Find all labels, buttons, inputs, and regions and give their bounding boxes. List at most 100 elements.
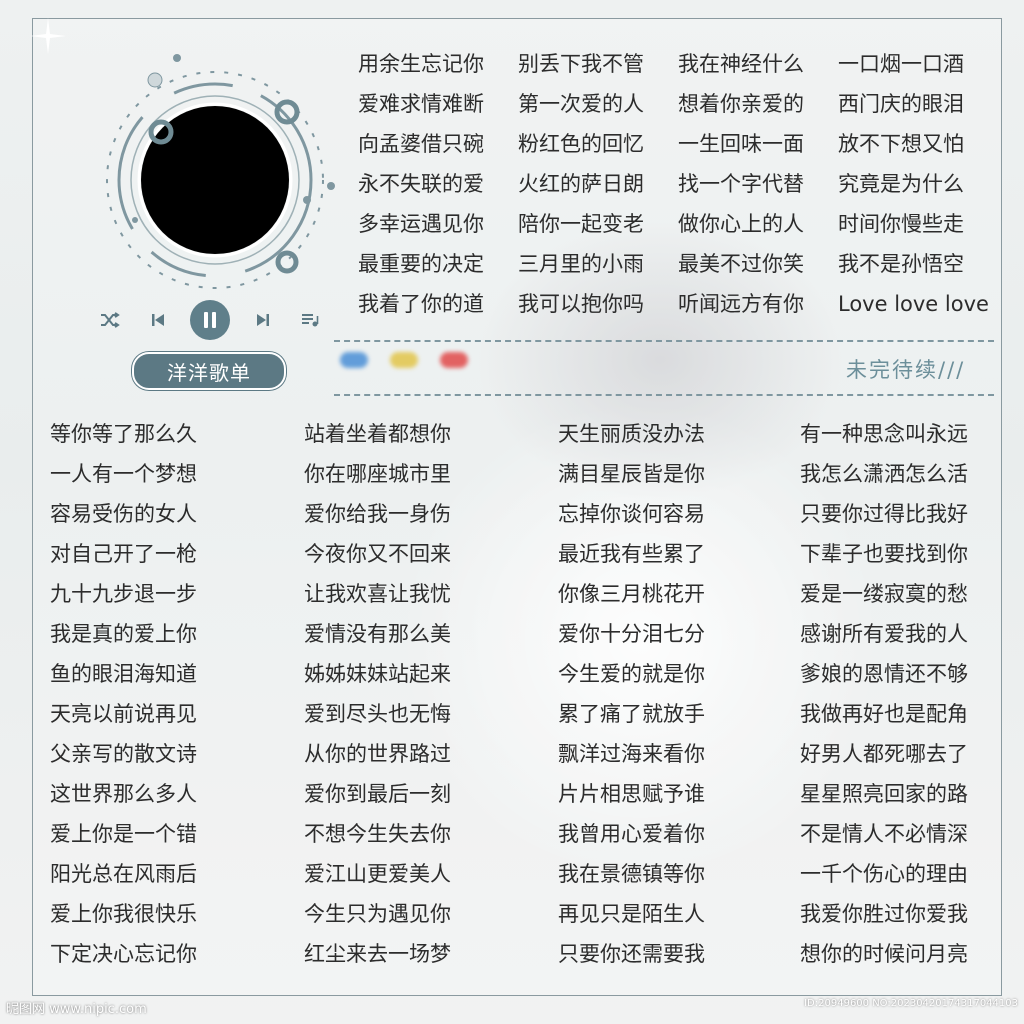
song-title: 累了痛了就放手 [558, 702, 705, 726]
song-title: 等你等了那么久 [50, 422, 197, 446]
dashed-divider [334, 340, 994, 342]
song-title: 爱你十分泪七分 [558, 622, 705, 646]
song-title: Love love love [838, 292, 989, 316]
image-id-watermark: ID:20949600 NO:20230420174317044103 [804, 998, 1018, 1009]
song-title: 粉红色的回忆 [518, 132, 644, 156]
shuffle-button[interactable] [95, 305, 125, 335]
song-title: 忘掉你谈何容易 [558, 502, 705, 526]
next-icon [256, 314, 269, 326]
song-title: 爱上你我很快乐 [50, 902, 197, 926]
song-title: 天生丽质没办法 [558, 422, 705, 446]
song-title: 不是情人不必情深 [800, 822, 968, 846]
song-title: 做你心上的人 [678, 212, 804, 236]
song-title: 我做再好也是配角 [800, 702, 968, 726]
top-song-list: 用余生忘记你 别丢下我不管 我在神经什么 一口烟一口酒爱难求情难断 第一次爱的人 想着你亲… [352, 44, 992, 324]
song-title: 星星照亮回家的路 [800, 782, 968, 806]
pause-icon [204, 312, 216, 328]
song-title: 我爱你胜过你爱我 [800, 902, 968, 926]
song-title: 最重要的决定 [358, 252, 484, 276]
song-title: 只要你还需要我 [558, 942, 705, 966]
album-disc [141, 106, 289, 254]
shuffle-icon [101, 312, 120, 328]
song-title: 多幸运遇见你 [358, 212, 484, 236]
pause-button[interactable] [190, 300, 230, 340]
song-title: 三月里的小雨 [518, 252, 644, 276]
song-title: 用余生忘记你 [358, 52, 484, 76]
song-title: 天亮以前说再见 [50, 702, 197, 726]
song-title: 再见只是陌生人 [558, 902, 705, 926]
song-title: 姊姊妹妹站起来 [304, 662, 451, 686]
song-title: 我在景德镇等你 [558, 862, 705, 886]
song-title: 爱到尽头也无悔 [304, 702, 451, 726]
song-title: 我可以抱你吗 [518, 292, 644, 316]
sparkle-icon [30, 18, 66, 54]
song-title: 一口烟一口酒 [838, 52, 964, 76]
song-title: 想着你亲爱的 [678, 92, 804, 116]
song-title: 让我欢喜让我忧 [304, 582, 451, 606]
song-title: 听闻远方有你 [678, 292, 804, 316]
song-title: 爱上你是一个错 [50, 822, 197, 846]
song-title: 父亲写的散文诗 [50, 742, 197, 766]
song-title: 别丢下我不管 [518, 52, 644, 76]
song-title: 只要你过得比我好 [800, 502, 968, 526]
to-be-continued-label: 未完待续/// [846, 358, 966, 382]
song-title: 陪你一起变老 [518, 212, 644, 236]
song-title: 飘洋过海来看你 [558, 742, 705, 766]
next-button[interactable] [248, 305, 278, 335]
previous-icon [151, 314, 164, 326]
song-title: 第一次爱的人 [518, 92, 644, 116]
song-title: 我怎么潇洒怎么活 [800, 462, 968, 486]
song-title: 片片相思赋予谁 [558, 782, 705, 806]
song-title: 你像三月桃花开 [558, 582, 705, 606]
playlist-button[interactable] [295, 305, 325, 335]
playlist-title-badge: 洋洋歌单 [132, 352, 286, 390]
song-title: 找一个字代替 [678, 172, 804, 196]
song-title: 究竟是为什么 [838, 172, 964, 196]
song-title: 下辈子也要找到你 [800, 542, 968, 566]
song-title: 火红的萨日朗 [518, 172, 644, 196]
song-title: 今生只为遇见你 [304, 902, 451, 926]
song-title: 一生回味一面 [678, 132, 804, 156]
vinyl-record-graphic [106, 54, 335, 289]
song-title: 一人有一个梦想 [50, 462, 197, 486]
song-title: 九十九步退一步 [50, 582, 197, 606]
song-title: 你在哪座城市里 [304, 462, 451, 486]
song-title: 对自己开了一枪 [50, 542, 197, 566]
song-title: 永不失联的爱 [358, 172, 484, 196]
music-player [95, 40, 355, 330]
song-title: 容易受伤的女人 [50, 502, 197, 526]
song-title: 爱情没有那么美 [304, 622, 451, 646]
blue-dot [340, 352, 368, 368]
song-title: 放不下想又怕 [838, 132, 964, 156]
yellow-dot [390, 352, 418, 368]
song-title: 我曾用心爱着你 [558, 822, 705, 846]
song-title: 从你的世界路过 [304, 742, 451, 766]
song-title: 最美不过你笑 [678, 252, 804, 276]
song-title: 一千个伤心的理由 [800, 862, 968, 886]
previous-button[interactable] [143, 305, 173, 335]
song-title: 爱难求情难断 [358, 92, 484, 116]
song-title: 想你的时候问月亮 [800, 942, 968, 966]
playlist-icon [302, 314, 319, 327]
song-title: 爹娘的恩情还不够 [800, 662, 968, 686]
song-title: 红尘来去一场梦 [304, 942, 451, 966]
song-title: 爱你到最后一刻 [304, 782, 451, 806]
song-title: 时间你慢些走 [838, 212, 964, 236]
player-controls [95, 298, 325, 342]
color-dots [340, 352, 468, 368]
song-title: 站着坐着都想你 [304, 422, 451, 446]
song-title: 我不是孙悟空 [838, 252, 964, 276]
song-title: 鱼的眼泪海知道 [50, 662, 197, 686]
song-title: 有一种思念叫永远 [800, 422, 968, 446]
song-title: 满目星辰皆是你 [558, 462, 705, 486]
song-title: 爱是一缕寂寞的愁 [800, 582, 968, 606]
song-title: 我在神经什么 [678, 52, 804, 76]
song-title: 最近我有些累了 [558, 542, 705, 566]
song-title: 今夜你又不回来 [304, 542, 451, 566]
bottom-song-list: 等你等了那么久 站着坐着都想你 天生丽质没办法 有一种思念叫永远一人有一个梦想 你在哪座… [50, 414, 990, 974]
red-dot [440, 352, 468, 368]
song-title: 这世界那么多人 [50, 782, 197, 806]
song-title: 西门庆的眼泪 [838, 92, 964, 116]
song-title: 好男人都死哪去了 [800, 742, 968, 766]
song-title: 感谢所有爱我的人 [800, 622, 968, 646]
